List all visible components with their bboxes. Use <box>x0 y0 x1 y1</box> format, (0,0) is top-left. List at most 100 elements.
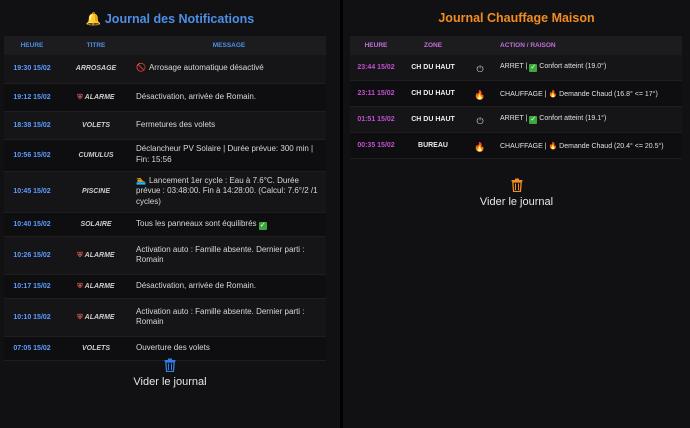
flame-icon: 🔥 <box>548 89 558 98</box>
notification-message: Activation auto : Famille absente. Derni… <box>132 298 326 337</box>
notification-titre: VOLETS <box>60 111 132 140</box>
no-entry-icon: 🚫 <box>136 63 146 73</box>
notification-row: 10:10 15/02 ⛨ ALARME Activation auto : Fami… <box>4 298 326 337</box>
chauffage-row: 00:35 15/02 BUREAU 🔥 CHAUFFAGE | 🔥 Demande … <box>350 132 682 159</box>
notification-titre-text: VOLETS <box>81 344 110 352</box>
chauffage-action-label: ARRET | <box>500 115 528 122</box>
notification-titre: SOLAIRE <box>60 212 132 237</box>
chauffage-row: 23:44 15/02 CH DU HAUT ⏻ ARRET | ✓ Confort … <box>350 55 682 81</box>
notification-titre: VOLETS <box>60 336 132 361</box>
notification-row: 10:40 15/02 SOLAIRE Tous les panneaux sont… <box>4 212 326 237</box>
notification-time: 07:05 15/02 <box>4 336 60 361</box>
chauffage-status-icon: 🔥 <box>464 80 496 107</box>
notification-row: 19:30 15/02 ARROSAGE 🚫 Arrosage automatique… <box>4 55 326 84</box>
chauffage-body: 23:44 15/02 CH DU HAUT ⏻ ARRET | ✓ Confort … <box>350 55 682 159</box>
check-icon: ✓ <box>529 116 538 124</box>
notification-time: 10:40 15/02 <box>4 212 60 237</box>
notification-message-text: Fermetures des volets <box>136 119 216 129</box>
chauffage-action: ARRET | ✓ Confort atteint (19.0°) <box>496 55 682 81</box>
chauffage-reason: Confort atteint (19.1°) <box>539 115 607 122</box>
chauffage-zone: CH DU HAUT <box>402 80 464 107</box>
header-titre: TITRE <box>60 36 132 55</box>
clear-notifications-button[interactable]: Vider le journal <box>0 358 340 388</box>
notification-message-text: Déclancheur PV Solaire | Durée prévue: 3… <box>136 144 314 164</box>
swimmer-icon: 🏊 <box>136 175 146 185</box>
chauffage-zone: CH DU HAUT <box>402 106 464 133</box>
notification-row: 10:26 15/02 ⛨ ALARME Activation auto : Fami… <box>4 236 326 275</box>
flame-icon: 🔥 <box>474 90 486 101</box>
notification-row: 19:12 15/02 ⛨ ALARME Désactivation, arrivée… <box>4 83 326 112</box>
chauffage-action-label: CHAUFFAGE | <box>500 90 547 98</box>
notification-time: 10:10 15/02 <box>4 298 60 337</box>
notification-message-text: Désactivation, arrivée de Romain. <box>136 280 257 290</box>
header-zone: ZONE <box>402 36 464 55</box>
notification-titre: ⛨ ALARME <box>60 298 132 337</box>
notification-time: 19:12 15/02 <box>4 83 60 112</box>
notification-row: 10:45 15/02 PISCINE 🏊 Lancement 1er cycle :… <box>4 171 326 213</box>
notification-row: 07:05 15/02 VOLETS Ouverture des volets <box>4 336 326 361</box>
notification-titre-text: VOLETS <box>81 121 110 129</box>
clear-chauffage-button[interactable]: Vider le journal <box>343 178 690 208</box>
notification-time: 19:30 15/02 <box>4 55 60 84</box>
notification-message: 🏊 Lancement 1er cycle : Eau à 7.6°C. Duré… <box>132 171 326 213</box>
notification-titre-text: ALARME <box>84 313 115 321</box>
notification-message-text: Désactivation, arrivée de Romain. <box>136 91 257 101</box>
chauffage-action: CHAUFFAGE | 🔥 Demande Chaud (16.8° <= 17… <box>496 80 682 107</box>
chauffage-zone: CH DU HAUT <box>402 55 464 81</box>
notification-message: Désactivation, arrivée de Romain. <box>132 274 326 299</box>
notification-titre: ⛨ ALARME <box>60 236 132 275</box>
notification-message: Désactivation, arrivée de Romain. <box>132 83 326 112</box>
notification-titre-text: ARROSAGE <box>75 65 117 73</box>
notifications-panel: 🔔 Journal des Notifications HEURE TITRE … <box>0 0 340 428</box>
notification-titre-text: PISCINE <box>81 188 110 196</box>
notification-message-text: Lancement 1er cycle : Eau à 7.6°C. Durée… <box>136 175 318 207</box>
chauffage-action-label: CHAUFFAGE | <box>500 142 547 150</box>
notification-message-text: Ouverture des volets <box>136 342 210 352</box>
notification-row: 10:56 15/02 CUMULUS Déclancheur PV Solaire… <box>4 139 326 172</box>
trash-icon <box>164 358 176 372</box>
chauffage-reason: Demande Chaud (20.4° <= 20.5°) <box>559 142 664 150</box>
notification-titre-text: SOLAIRE <box>80 220 112 228</box>
chauffage-status-icon: 🔥 <box>464 132 496 159</box>
notification-message: Fermetures des volets <box>132 111 326 140</box>
chauffage-status-icon: ⏻ <box>464 55 496 81</box>
shield-icon: ⛨ <box>77 92 83 101</box>
notification-titre: ARROSAGE <box>60 55 132 84</box>
chauffage-action: ARRET | ✓ Confort atteint (19.1°) <box>496 106 682 133</box>
flame-icon: 🔥 <box>474 142 486 153</box>
chauffage-time: 01:51 15/02 <box>350 106 402 133</box>
notification-titre: PISCINE <box>60 171 132 213</box>
notification-titre: ⛨ ALARME <box>60 274 132 299</box>
header-heure: HEURE <box>4 36 60 55</box>
power-icon: ⏻ <box>476 64 484 75</box>
notification-titre: ⛨ ALARME <box>60 83 132 112</box>
notification-message-text: Activation auto : Famille absente. Derni… <box>136 244 305 265</box>
notification-message: Ouverture des volets <box>132 336 326 361</box>
shield-icon: ⛨ <box>77 281 83 290</box>
check-icon: ✓ <box>529 64 538 72</box>
chauffage-reason: Demande Chaud (16.8° <= 17°) <box>559 90 658 98</box>
chauffage-table: HEURE ZONE ACTION / RAISON 23:44 15/02 CH… <box>350 36 682 159</box>
notifications-body: 19:30 15/02 ARROSAGE 🚫 Arrosage automatique… <box>4 55 326 361</box>
chauffage-title: Journal Chauffage Maison <box>438 11 595 25</box>
notification-message: 🚫 Arrosage automatique désactivé <box>132 55 326 84</box>
shield-icon: ⛨ <box>77 312 83 321</box>
notification-titre-text: ALARME <box>84 251 115 259</box>
notification-time: 10:45 15/02 <box>4 171 60 213</box>
shield-icon: ⛨ <box>77 250 83 259</box>
notification-message: Déclancheur PV Solaire | Durée prévue: 3… <box>132 139 326 172</box>
notification-row: 10:17 15/02 ⛨ ALARME Désactivation, arrivée… <box>4 274 326 299</box>
chauffage-row: 23:11 15/02 CH DU HAUT 🔥 CHAUFFAGE | 🔥 Dema… <box>350 80 682 107</box>
notification-time: 18:38 15/02 <box>4 111 60 140</box>
header-action: ACTION / RAISON <box>496 36 682 55</box>
notification-time: 10:17 15/02 <box>4 274 60 299</box>
clear-chauffage-label: Vider le journal <box>479 196 554 208</box>
header-heure: HEURE <box>350 36 402 55</box>
notification-titre-text: CUMULUS <box>78 151 114 159</box>
chauffage-action: CHAUFFAGE | 🔥 Demande Chaud (20.4° <= 20… <box>496 132 682 159</box>
notification-titre-text: ALARME <box>84 282 115 290</box>
notification-message-text: Tous les panneaux sont équilibrés <box>136 218 257 228</box>
header-message: MESSAGE <box>132 36 326 55</box>
chauffage-zone: BUREAU <box>402 132 464 159</box>
notification-titre: CUMULUS <box>60 139 132 172</box>
